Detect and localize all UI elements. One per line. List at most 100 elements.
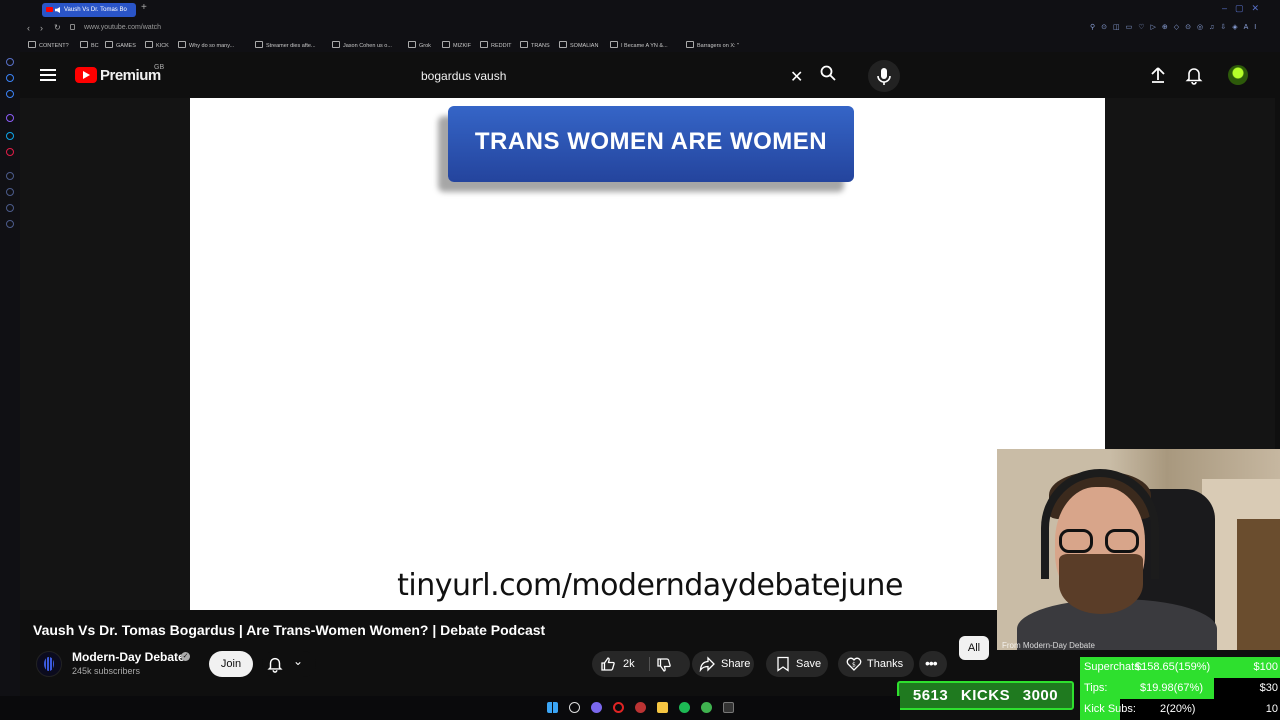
taskbar-app-icon[interactable] [723,702,734,713]
sidebar-icon[interactable] [6,90,14,98]
bookmark[interactable]: Jason Cohen us o... [332,41,392,49]
kicks-current: 5613 [912,687,949,704]
more-icon: ••• [925,655,938,671]
forward-icon[interactable]: › [40,23,43,33]
kicks-goal: 3000 [1022,687,1059,704]
dislike-icon[interactable] [656,657,672,673]
tab-title: Vaush Vs Dr. Tomas Bo [64,7,127,13]
search-input[interactable]: bogardus vaush ✕ [402,60,834,92]
cam-caption: From Modern-Day Debate [1002,641,1095,650]
search-query[interactable]: bogardus vaush [421,69,506,83]
extensions-icons[interactable]: ⚲⊙◫▭♡▷⊕◇⊙◎♫⇩◈AI [1090,23,1262,31]
more-actions-button[interactable]: ••• [919,651,947,677]
bookmark[interactable]: Streamer dies afte... [255,41,316,49]
search-icon[interactable] [820,65,836,81]
video-title: Vaush Vs Dr. Tomas Bogardus | Are Trans-… [33,622,546,638]
share-label: Share [721,658,751,670]
back-icon[interactable]: ‹ [27,23,30,33]
opera-taskbar-icon[interactable] [613,702,624,713]
taskbar [0,696,900,720]
logo-text[interactable]: Premium [100,67,161,84]
youtube-logo-icon[interactable] [75,67,97,83]
sidebar-icon[interactable] [6,204,14,212]
webcam-overlay: From Modern-Day Debate [997,449,1280,650]
reload-icon[interactable]: ↻ [54,23,61,32]
instagram-icon[interactable] [6,148,14,156]
bookmark[interactable]: CONTENT? [28,41,69,49]
video-link-text: tinyurl.com/moderndaydebatejune [397,568,903,603]
subscription-bell-button[interactable]: ⌄ [262,651,316,677]
divider [649,657,650,671]
taskbar-app-icon[interactable] [635,702,646,713]
messenger-icon[interactable] [6,132,14,140]
bookmark[interactable]: SOMALIAN [559,41,598,49]
window-controls[interactable]: –▢✕ [1222,3,1267,14]
like-count[interactable]: 2k [623,651,635,677]
windows-start-icon[interactable] [547,702,558,713]
voice-search-button[interactable] [868,60,900,92]
row-goal: 10 [1265,703,1278,715]
banner-text: TRANS WOMEN ARE WOMEN [474,128,828,155]
file-explorer-icon[interactable] [657,702,668,713]
bookmark[interactable]: GAMES [105,41,136,49]
save-button[interactable]: Save [766,651,828,677]
sidebar-icon[interactable] [6,58,14,66]
svg-text:$: $ [852,662,856,669]
superchats-row: Superchats: $158.65(159%) $100 [1080,657,1280,678]
save-label: Save [796,658,822,670]
sidebar-icon[interactable] [6,220,14,228]
speaker-icon[interactable] [55,7,60,13]
address-bar: ‹ › ↻ www.youtube.com/watch ⚲⊙◫▭♡▷⊕◇⊙◎♫⇩… [0,20,1280,38]
menu-icon[interactable] [40,69,56,81]
bookmarks-bar: CONTENT? BC GAMES KICK Why do so many...… [0,38,1280,52]
row-label: Superchats: [1084,661,1143,673]
video-player[interactable]: TRANS WOMEN ARE WOMEN tinyurl.com/modern… [190,98,1105,610]
xbox-icon[interactable] [701,702,712,713]
account-avatar[interactable] [1228,65,1248,85]
bookmark-icon [777,656,789,672]
spotify-icon[interactable] [679,702,690,713]
bookmark[interactable]: Barragers on X: " [686,41,739,49]
bookmark[interactable]: KICK [145,41,169,49]
chevron-down-icon: ⌄ [293,654,304,668]
room-furniture [1237,519,1280,650]
bookmark[interactable]: BC [80,41,99,49]
taskbar-app-icon[interactable] [591,702,602,713]
notifications-bell-icon[interactable] [1184,65,1204,85]
sidebar-icon[interactable] [6,74,14,82]
twitch-icon[interactable] [6,114,14,122]
microphone-icon [877,68,891,85]
clear-search-icon[interactable]: ✕ [790,67,803,87]
tab-active[interactable]: Vaush Vs Dr. Tomas Bo [42,3,136,17]
sidebar-icon[interactable] [6,172,14,180]
thanks-button[interactable]: $ Thanks [838,651,914,677]
sidebar-icon[interactable] [6,188,14,196]
bookmark[interactable]: Why do so many... [178,41,234,49]
channel-avatar[interactable] [36,651,62,677]
channel-name[interactable]: Modern-Day Debate [72,650,185,664]
row-amount: $158.65(159%) [1135,661,1211,673]
youtube-header: Premium GB bogardus vaush ✕ [20,52,1280,98]
share-button[interactable]: Share [692,651,754,677]
upload-icon[interactable] [1148,65,1168,85]
new-tab-icon[interactable]: + [141,2,147,13]
url-field[interactable]: www.youtube.com/watch [84,24,161,31]
thanks-heart-icon: $ [846,657,862,671]
bookmark[interactable]: REDDIT [480,41,511,49]
verified-icon: ✓ [181,652,190,661]
region-label: GB [154,64,165,71]
filter-chip-all[interactable]: All [959,636,989,660]
bookmark[interactable]: MIZKIF [442,41,471,49]
like-icon[interactable] [600,656,616,672]
bookmark[interactable]: I Became A YN &... [610,41,668,49]
youtube-favicon-icon [46,7,53,12]
row-amount: 2(20%) [1160,703,1196,715]
row-amount: $19.98(67%) [1140,682,1203,694]
bookmark[interactable]: Grok [408,41,431,49]
kicks-label: KICKS [960,687,1011,704]
bookmark[interactable]: TRANS [520,41,550,49]
join-button[interactable]: Join [209,651,253,677]
row-label: Tips: [1084,682,1108,694]
taskbar-search-icon[interactable] [569,702,580,713]
headset [1041,469,1159,579]
